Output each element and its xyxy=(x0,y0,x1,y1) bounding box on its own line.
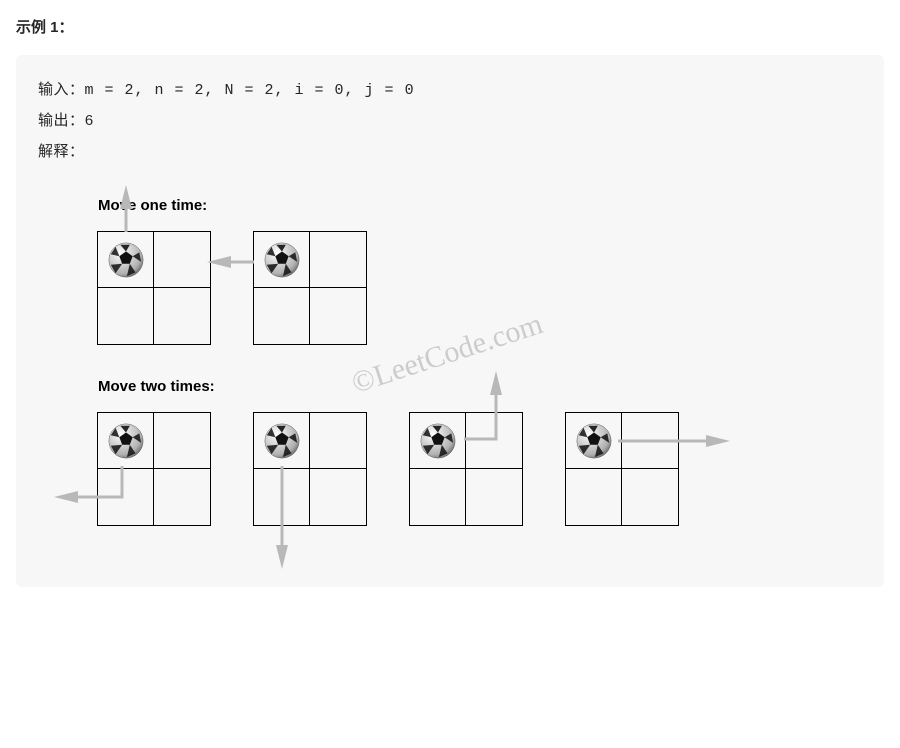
input-label: 输入： xyxy=(38,81,85,98)
grid-cell xyxy=(253,287,311,345)
input-line: 输入：m = 2, n = 2, N = 2, i = 0, j = 0 xyxy=(38,75,862,106)
arrow-left-icon xyxy=(214,254,256,270)
grid-two-moves-3 xyxy=(410,413,522,525)
output-line: 输出：6 xyxy=(38,106,862,137)
grid-two-moves-4 xyxy=(566,413,678,525)
grid-cell xyxy=(565,412,623,470)
explain-line: 解释： xyxy=(38,137,862,167)
grid-cell xyxy=(153,412,211,470)
output-value: 6 xyxy=(85,113,95,130)
grid-cell xyxy=(253,231,311,289)
grid-one-move-1 xyxy=(98,232,210,344)
example-heading: 示例 1： xyxy=(16,16,884,37)
soccer-ball-icon xyxy=(263,241,301,279)
diagram-area: ©LeetCode.com Move one time: xyxy=(38,167,862,569)
soccer-ball-icon xyxy=(575,422,613,460)
soccer-ball-icon xyxy=(107,241,145,279)
move-one-label: Move one time: xyxy=(98,197,832,214)
move-two-row xyxy=(98,413,832,525)
grid-cell xyxy=(309,468,367,526)
grid-cell xyxy=(309,412,367,470)
grid-cell xyxy=(621,412,679,470)
grid-cell xyxy=(97,231,155,289)
grid-one-move-2 xyxy=(254,232,366,344)
grid-cell xyxy=(465,468,523,526)
grid-cell xyxy=(153,231,211,289)
soccer-ball-icon xyxy=(263,422,301,460)
example-code-block: 输入：m = 2, n = 2, N = 2, i = 0, j = 0 输出：… xyxy=(16,55,884,587)
output-label: 输出： xyxy=(38,112,85,129)
move-one-row xyxy=(98,232,832,344)
grid-cell xyxy=(97,468,155,526)
grid-cell xyxy=(253,468,311,526)
grid-cell xyxy=(153,468,211,526)
grid-cell xyxy=(565,468,623,526)
grid-two-moves-1 xyxy=(98,413,210,525)
grid-cell xyxy=(153,287,211,345)
grid-cell xyxy=(409,412,467,470)
explain-label: 解释： xyxy=(38,143,85,160)
move-two-label: Move two times: xyxy=(98,378,832,395)
grid-cell xyxy=(309,231,367,289)
grid-cell xyxy=(253,412,311,470)
grid-cell xyxy=(97,412,155,470)
soccer-ball-icon xyxy=(419,422,457,460)
soccer-ball-icon xyxy=(107,422,145,460)
grid-cell xyxy=(465,412,523,470)
grid-cell xyxy=(309,287,367,345)
grid-cell xyxy=(97,287,155,345)
grid-cell xyxy=(621,468,679,526)
grid-two-moves-2 xyxy=(254,413,366,525)
grid-cell xyxy=(409,468,467,526)
input-value: m = 2, n = 2, N = 2, i = 0, j = 0 xyxy=(85,82,415,99)
